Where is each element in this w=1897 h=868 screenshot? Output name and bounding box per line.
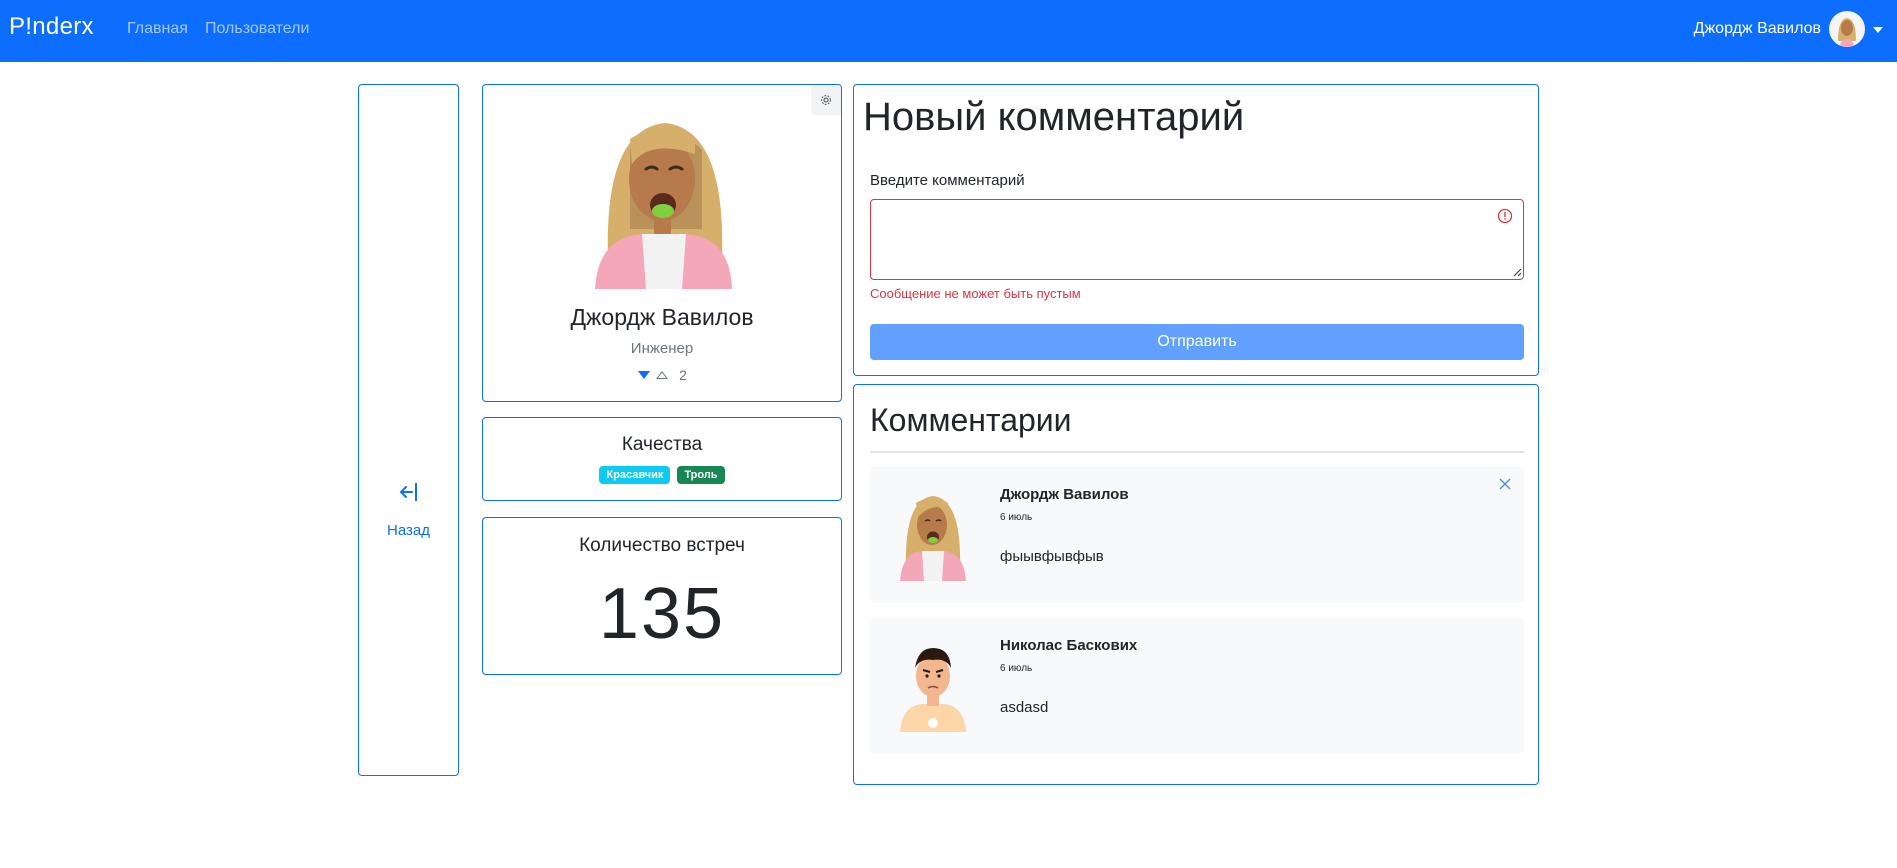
comment-date: 6 июль [1000, 663, 1033, 674]
comment-error-message: Сообщение не может быть пустым [870, 286, 1081, 301]
navbar: P!nderx Главная Пользователи Джордж Вави… [0, 0, 1897, 62]
comments-divider [870, 451, 1524, 453]
comment-field-label: Введите комментарий [870, 172, 1025, 189]
qualities-card: Качества Красавчик Троль [482, 417, 842, 501]
vote-controls: 2 [483, 367, 841, 383]
upvote-icon[interactable] [655, 369, 669, 381]
error-icon [1497, 208, 1513, 224]
meetings-card: Количество встреч 135 [482, 517, 842, 675]
new-comment-card: Новый комментарий Введите комментарий Со… [853, 84, 1539, 376]
resize-grip-icon[interactable] [1512, 267, 1522, 277]
user-menu-caret-icon[interactable] [1873, 27, 1883, 33]
brand-logo[interactable]: P!nderx [9, 13, 94, 41]
nav-link-users[interactable]: Пользователи [205, 20, 309, 38]
nav-user-name[interactable]: Джордж Вавилов [1694, 20, 1821, 38]
vote-count: 2 [679, 367, 687, 383]
quality-badge: Красавчик [599, 466, 671, 484]
comment-avatar [900, 648, 966, 732]
comment-item: Джордж Вавилов 6 июль фыывфывфыв [870, 467, 1524, 603]
profile-role: Инженер [630, 340, 694, 357]
new-comment-title: Новый комментарий [863, 95, 1245, 139]
settings-button[interactable] [811, 85, 841, 115]
quality-badge: Троль [677, 466, 725, 484]
comment-date: 6 июль [1000, 512, 1033, 523]
qualities-title: Качества [621, 434, 703, 455]
back-label: Назад [387, 522, 430, 539]
comment-item: Николас Басковиx 6 июль asdasd [870, 618, 1524, 754]
comment-avatar [900, 496, 966, 581]
comments-card: Комментарии Джордж Вавилов 6 июль фыывфы… [853, 384, 1539, 785]
comments-title: Комментарии [870, 402, 1072, 438]
comment-text: фыывфывфыв [1000, 548, 1104, 565]
comment-text: asdasd [1000, 699, 1049, 716]
back-button[interactable]: Назад [358, 84, 459, 776]
comment-author[interactable]: Джордж Вавилов [1000, 486, 1129, 503]
meetings-count: 135 [598, 574, 726, 654]
profile-name: Джордж Вавилов [570, 304, 754, 330]
submit-comment-button[interactable]: Отправить [870, 324, 1524, 360]
profile-card: Джордж Вавилов Инженер 2 [482, 84, 842, 402]
nav-link-home[interactable]: Главная [127, 20, 188, 38]
gear-icon [821, 95, 831, 105]
qualities-badges: Красавчик Троль [483, 466, 841, 484]
meetings-title: Количество встреч [579, 535, 745, 556]
close-icon[interactable] [1498, 477, 1512, 491]
arrow-left-bar-icon [400, 483, 417, 501]
nav-user-avatar[interactable] [1829, 11, 1865, 47]
downvote-icon[interactable] [637, 369, 651, 381]
comment-input[interactable] [870, 199, 1524, 280]
comment-author[interactable]: Николас Басковиx [1000, 637, 1137, 654]
profile-avatar [595, 123, 732, 289]
